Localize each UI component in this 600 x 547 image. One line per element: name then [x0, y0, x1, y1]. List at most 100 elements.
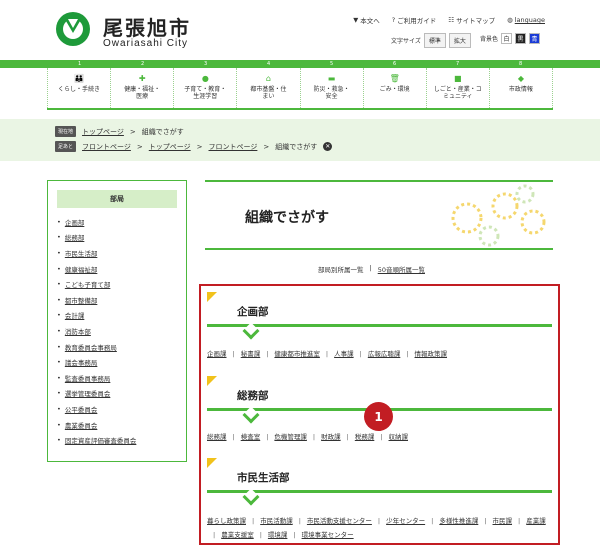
site-name[interactable]: 尾張旭市 — [103, 12, 191, 41]
nav-number: 5 — [330, 61, 334, 67]
history-link[interactable]: フロントページ — [82, 142, 131, 152]
section-link[interactable]: 広報広聴課 — [368, 347, 401, 361]
sidebar-item[interactable]: 市民生活部 — [57, 245, 186, 261]
breadcrumb-sep: > — [129, 127, 136, 136]
sidebar-item[interactable]: 企画部 — [57, 214, 186, 230]
nav-number: 1 — [78, 61, 82, 67]
section-link[interactable]: 財政課 — [321, 430, 341, 444]
department-title[interactable]: 総務部 — [237, 388, 269, 403]
nav-item-safety[interactable]: ▬ 防災・救急・安全 — [301, 68, 364, 108]
breadcrumb-area: 現在地 トップページ > 組織でさがす 足あと フロントページ > トップページ… — [0, 119, 600, 161]
nav-number: 4 — [267, 61, 271, 67]
section-link[interactable]: 人事課 — [334, 347, 354, 361]
utility-links: ▼ 本文へ ? ご利用ガイド ☷ サイトマップ ◍ language — [353, 15, 545, 25]
guide-link[interactable]: ? ご利用ガイド — [392, 15, 436, 25]
corner-mark — [207, 376, 217, 386]
clear-history-icon[interactable]: ✕ — [323, 142, 333, 151]
sidebar-item[interactable]: 農業委員会 — [57, 417, 186, 433]
nav-item-environment[interactable]: 🗑 ごみ・環境 — [364, 68, 427, 108]
section-link[interactable]: 市民課 — [493, 514, 513, 528]
site-subtitle: Owariasahi City — [103, 38, 189, 49]
breadcrumb-current: 組織でさがす — [141, 127, 184, 136]
font-standard-button[interactable]: 標準 — [423, 33, 446, 48]
department-section: 企画部 企画課 | 秘書課 | 健康都市推進室 | 人事課 | 広報広聴課 | 情報政策課 — [207, 292, 552, 362]
city-icon: ◆ — [517, 74, 525, 83]
department-title[interactable]: 市民生活部 — [237, 470, 290, 485]
breadcrumb-sep: > — [263, 142, 270, 151]
font-large-button[interactable]: 拡大 — [448, 33, 471, 48]
section-link[interactable]: 農業支援室 — [221, 528, 254, 542]
section-link[interactable]: 多様性推進課 — [439, 514, 478, 528]
section-link[interactable]: 環境課 — [268, 528, 288, 542]
sidebar-list: 企画部 総務部 市民生活部 健康福祉部 こども子育て部 都市整備部 会計課 消防… — [48, 214, 186, 448]
globe-icon: ◍ — [507, 16, 513, 24]
section-link[interactable]: 総務課 — [207, 430, 227, 444]
page-title-box: 組織でさがす — [205, 180, 553, 250]
subnav-divider: | — [369, 264, 372, 272]
section-link[interactable]: 情報政策課 — [415, 347, 448, 361]
section-link[interactable]: 産業課 — [526, 514, 546, 528]
nav-item-housing[interactable]: ⌂ 都市基盤・住まい — [237, 68, 301, 108]
sidebar: 部局 企画部 総務部 市民生活部 健康福祉部 こども子育て部 都市整備部 会計課… — [47, 180, 187, 462]
sort-down-icon: ▼ — [353, 16, 359, 24]
sidebar-item[interactable]: 教育委員会事務局 — [57, 339, 186, 355]
help-icon: ? — [391, 16, 396, 24]
sidebar-item[interactable]: 固定資産評価審査委員会 — [57, 432, 186, 448]
bg-blue-button[interactable]: 青 — [529, 33, 541, 44]
nav-item-health[interactable]: ✚ 健康・福祉・医療 — [111, 68, 175, 108]
bg-black-button[interactable]: 黒 — [515, 33, 527, 44]
section-link[interactable]: 市民活動支援センター — [307, 514, 372, 528]
sitemap-link[interactable]: ☷ サイトマップ — [448, 15, 495, 25]
sidebar-item[interactable]: 都市整備部 — [57, 292, 186, 308]
sidebar-item[interactable]: 会計課 — [57, 308, 186, 324]
section-link[interactable]: 市民活動課 — [260, 514, 293, 528]
section-link[interactable]: 秘書課 — [241, 347, 261, 361]
bg-white-button[interactable]: 白 — [501, 33, 513, 44]
language-link[interactable]: ◍ language — [507, 15, 545, 25]
briefcase-icon: ■ — [454, 74, 462, 83]
sidebar-item[interactable]: 公平委員会 — [57, 401, 186, 417]
nav-item-living[interactable]: 👪 くらし・手続き — [47, 68, 112, 108]
sidebar-item[interactable]: 選挙管理委員会 — [57, 386, 186, 402]
section-link[interactable]: 税務課 — [355, 430, 375, 444]
section-link[interactable]: 企画課 — [207, 347, 227, 361]
sidebar-item[interactable]: 消防本部 — [57, 323, 186, 339]
breadcrumb-link[interactable]: トップページ — [82, 127, 124, 137]
corner-mark — [207, 458, 217, 468]
nav-item-work[interactable]: ■ しごと・産業・コミュニティ — [427, 68, 490, 108]
section-link[interactable]: 危機管理課 — [274, 430, 307, 444]
list-subnav: 部局別所属一覧 | 50音順所属一覧 — [318, 264, 425, 274]
sidebar-item[interactable]: 監査委員事務局 — [57, 370, 186, 386]
breadcrumb: 現在地 トップページ > 組織でさがす — [55, 126, 184, 137]
sidebar-item[interactable]: 議会事務局 — [57, 354, 186, 370]
section-link[interactable]: 少年センター — [386, 514, 425, 528]
nav-number: 6 — [393, 61, 397, 67]
section-link[interactable]: 検査室 — [241, 430, 261, 444]
section-link[interactable]: 収納課 — [389, 430, 409, 444]
section-link[interactable]: 環境事業センター — [302, 528, 354, 542]
skip-link[interactable]: ▼ 本文へ — [353, 15, 380, 25]
dept-list-link[interactable]: 部局別所属一覧 — [318, 264, 364, 274]
kana-list-link[interactable]: 50音順所属一覧 — [378, 264, 425, 274]
sidebar-item[interactable]: 健康福祉部 — [57, 261, 186, 277]
history-tag: 足あと — [55, 141, 77, 152]
history-link[interactable]: フロントページ — [209, 142, 258, 152]
nav-number: 2 — [141, 61, 145, 67]
breadcrumb-sep: > — [196, 142, 203, 151]
department-underline — [207, 490, 552, 493]
section-link[interactable]: 健康都市推進室 — [274, 347, 320, 361]
department-links: 総務課 | 検査室 | 危機管理課 | 財政課 | 税務課 | 収納課 — [207, 430, 408, 444]
history-link[interactable]: トップページ — [149, 142, 191, 152]
page-title: 組織でさがす — [245, 210, 329, 226]
sidebar-item[interactable]: こども子育て部 — [57, 276, 186, 292]
nav-item-city[interactable]: ◆ 市政情報 — [490, 68, 553, 108]
annotation-marker: 1 — [364, 402, 393, 431]
nav-number: 7 — [456, 61, 460, 67]
family-icon: 👪 — [74, 74, 85, 83]
section-link[interactable]: 暮らし政策課 — [207, 514, 246, 528]
nav-band — [0, 60, 600, 68]
nav-number: 3 — [204, 61, 208, 67]
department-title[interactable]: 企画部 — [237, 304, 269, 319]
nav-item-education[interactable]: ● 子育て・教育・生涯学習 — [174, 68, 238, 108]
sidebar-item[interactable]: 総務部 — [57, 230, 186, 246]
